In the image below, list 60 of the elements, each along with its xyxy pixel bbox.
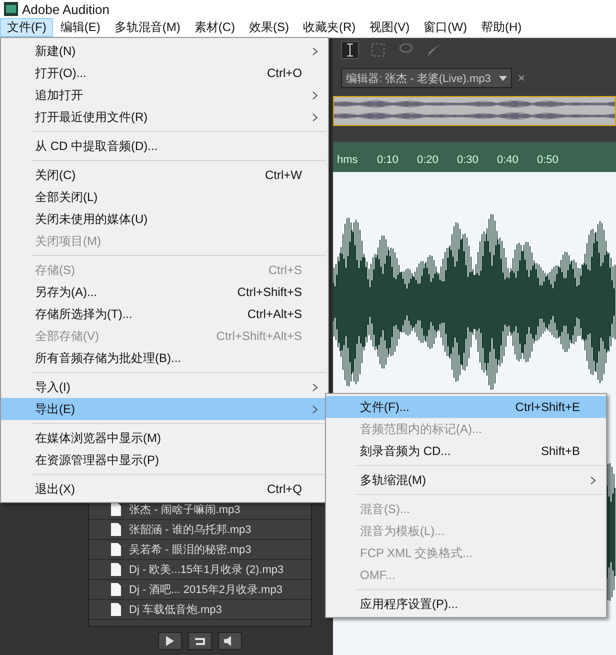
menu-item[interactable]: 打开(O)... Ctrl+O (1, 62, 328, 84)
menu-bar-item[interactable]: 效果(S) (242, 18, 296, 37)
file-row[interactable]: Dj - 酒吧... 2015年2月收录.mp3 (89, 580, 311, 600)
ruler-label: 0:10 (377, 154, 400, 166)
ruler-label: 0:20 (417, 154, 440, 166)
document-icon (111, 543, 121, 556)
marquee-tool[interactable] (369, 41, 387, 59)
time-select-tool[interactable] (341, 41, 359, 59)
menu-item[interactable]: 打开最近使用文件(R) (1, 106, 328, 128)
menu-item[interactable]: 多轨缩混(M) (326, 469, 606, 491)
menu-item[interactable]: 应用程序设置(P)... (326, 593, 606, 615)
loop-icon (194, 636, 206, 646)
file-row[interactable]: Dj 车载低音炮.mp3 (89, 600, 311, 620)
marquee-icon (371, 43, 385, 57)
ruler-label: 0:40 (497, 154, 520, 166)
text-cursor-icon (346, 43, 354, 57)
menu-item[interactable]: 在媒体浏览器中显示(M) (1, 427, 328, 449)
menu-bar-item[interactable]: 多轨混音(M) (107, 18, 188, 37)
app-logo-icon (4, 2, 18, 16)
document-icon (111, 563, 121, 576)
menu-item[interactable]: 另存为(A)... Ctrl+Shift+S (1, 281, 328, 303)
menu-bar-item[interactable]: 素材(C) (187, 18, 242, 37)
play-button[interactable] (158, 632, 182, 650)
menu-bar-item[interactable]: 文件(F) (0, 18, 54, 37)
menu-item[interactable]: 在资源管理器中显示(P) (1, 449, 328, 471)
loop-button[interactable] (188, 632, 212, 650)
window-title: Adobe Audition (22, 2, 110, 16)
document-icon (111, 603, 121, 616)
menu-item[interactable]: 追加打开 (1, 84, 328, 106)
menu-item[interactable]: 导出(E) (1, 398, 328, 420)
menu-bar-item[interactable]: 编辑(E) (53, 18, 108, 37)
menu-bar-item[interactable]: 窗口(W) (416, 18, 474, 37)
menu-item[interactable]: 导入(I) (1, 376, 328, 398)
menu-item[interactable]: 文件(F)... Ctrl+Shift+E (326, 396, 606, 418)
menu-item[interactable]: 关闭(C) Ctrl+W (1, 164, 328, 186)
file-row[interactable]: Dj - 欧美...15年1月收录 (2).mp3 (89, 560, 311, 580)
file-row[interactable]: 吴若希 - 眼泪的秘密.mp3 (89, 540, 311, 560)
menu-item[interactable]: 刻录音频为 CD... Shift+B (326, 440, 606, 462)
file-row[interactable]: 张韶涵 - 谁的乌托邦.mp3 (89, 520, 311, 540)
menu-item[interactable]: 存储所选择为(T)... Ctrl+Alt+S (1, 303, 328, 325)
menu-item[interactable]: 退出(X) Ctrl+Q (1, 478, 328, 500)
ruler-label: 0:30 (457, 154, 480, 166)
menu-item[interactable]: 全部关闭(L) (1, 186, 328, 208)
menu-item[interactable]: 从 CD 中提取音频(D)... (1, 135, 328, 157)
menu-bar-item[interactable]: 收藏夹(R) (296, 18, 363, 37)
brush-tool[interactable] (425, 41, 443, 59)
menu-item[interactable]: 所有音频存储为批处理(B)... (1, 347, 328, 369)
menu-item[interactable]: 新建(N) (1, 40, 328, 62)
volume-button[interactable] (218, 632, 242, 650)
close-button[interactable]: × (518, 71, 525, 85)
ruler-label: hms (337, 154, 359, 166)
document-icon (111, 523, 121, 536)
menu-bar-item[interactable]: 视图(V) (362, 18, 417, 37)
menu-bar-item[interactable]: 帮助(H) (474, 18, 529, 37)
ruler-label: 0:50 (537, 154, 560, 166)
editor-tab[interactable]: 编辑器: 张杰 - 老婆(Live).mp3 (341, 68, 512, 88)
document-icon (111, 583, 121, 596)
play-icon (166, 636, 174, 646)
caret-icon (498, 76, 507, 80)
menu-item[interactable]: 关闭未使用的媒体(U) (1, 208, 328, 230)
